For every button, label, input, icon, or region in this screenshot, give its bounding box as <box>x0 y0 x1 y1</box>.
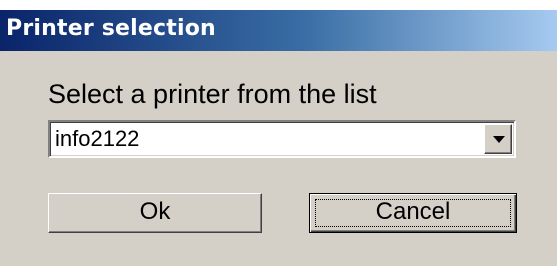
title-bar[interactable]: Printer selection <box>0 10 557 51</box>
window-title: Printer selection <box>6 16 216 41</box>
printer-dropdown-value: info2122 <box>55 126 140 151</box>
cancel-button-label: Cancel <box>375 198 451 225</box>
cancel-button[interactable]: Cancel <box>309 193 517 233</box>
dropdown-arrow-button[interactable] <box>484 124 512 154</box>
select-printer-label: Select a printer from the list <box>48 79 377 109</box>
printer-dropdown[interactable]: info2122 <box>48 120 516 158</box>
chevron-down-icon <box>493 136 505 143</box>
dialog-body: Select a printer from the list info2122 … <box>0 51 557 266</box>
ok-button[interactable]: Ok <box>48 193 262 233</box>
ok-button-label: Ok <box>139 198 171 225</box>
printer-selection-dialog: Printer selection Select a printer from … <box>0 0 557 266</box>
